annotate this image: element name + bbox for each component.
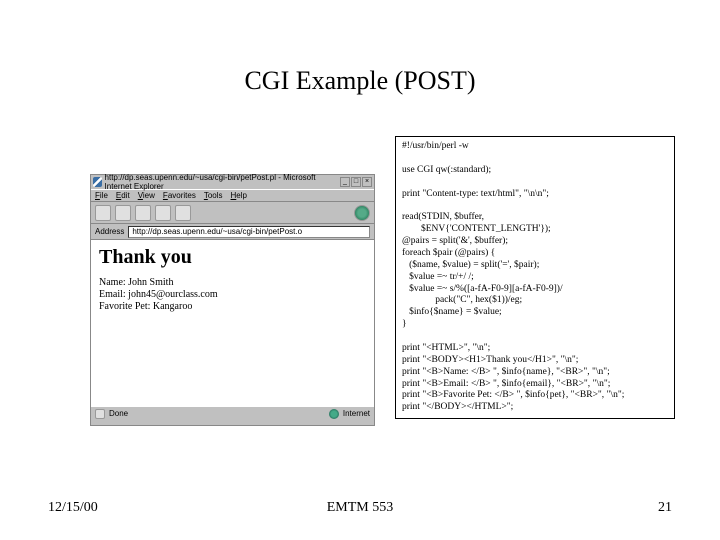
- menu-file[interactable]: File: [95, 191, 108, 200]
- back-icon[interactable]: [95, 205, 111, 221]
- field-row: Favorite Pet: Kangaroo: [99, 301, 366, 312]
- done-icon: [95, 409, 105, 419]
- status-bar: Done Internet: [91, 406, 374, 420]
- address-input[interactable]: http://dp.seas.upenn.edu/~usa/cgi-bin/pe…: [128, 226, 370, 238]
- code-listing: #!/usr/bin/perl -w use CGI qw(:standard)…: [395, 136, 675, 419]
- footer-date: 12/15/00: [48, 500, 256, 516]
- address-value: http://dp.seas.upenn.edu/~usa/cgi-bin/pe…: [132, 227, 302, 236]
- toolbar: [91, 202, 374, 224]
- ie-icon: [93, 177, 102, 187]
- internet-zone-icon: [329, 409, 339, 419]
- footer-page: 21: [464, 500, 672, 516]
- maximize-button[interactable]: □: [351, 177, 361, 187]
- status-left: Done: [109, 409, 128, 418]
- minimize-button[interactable]: _: [340, 177, 350, 187]
- slide-footer: 12/15/00 EMTM 553 21: [0, 500, 720, 516]
- status-right: Internet: [343, 409, 370, 418]
- browser-window: http://dp.seas.upenn.edu/~usa/cgi-bin/pe…: [90, 174, 375, 426]
- forward-icon[interactable]: [115, 205, 131, 221]
- close-button[interactable]: ×: [362, 177, 372, 187]
- menu-help[interactable]: Help: [231, 191, 247, 200]
- menu-favorites[interactable]: Favorites: [163, 191, 196, 200]
- menu-view[interactable]: View: [138, 191, 155, 200]
- browser-titlebar: http://dp.seas.upenn.edu/~usa/cgi-bin/pe…: [91, 175, 374, 189]
- throbber-icon: [354, 205, 370, 221]
- menu-tools[interactable]: Tools: [204, 191, 223, 200]
- footer-course: EMTM 553: [256, 500, 464, 516]
- stop-icon[interactable]: [135, 205, 151, 221]
- slide-title: CGI Example (POST): [0, 66, 720, 96]
- page-heading: Thank you: [99, 246, 366, 269]
- address-label: Address: [95, 227, 124, 236]
- menu-edit[interactable]: Edit: [116, 191, 130, 200]
- home-icon[interactable]: [175, 205, 191, 221]
- field-row: Email: john45@ourclass.com: [99, 289, 366, 300]
- field-row: Name: John Smith: [99, 277, 366, 288]
- window-title-text: http://dp.seas.upenn.edu/~usa/cgi-bin/pe…: [105, 173, 337, 191]
- refresh-icon[interactable]: [155, 205, 171, 221]
- address-bar: Address http://dp.seas.upenn.edu/~usa/cg…: [91, 224, 374, 240]
- page-content: Thank you Name: John Smith Email: john45…: [91, 240, 374, 406]
